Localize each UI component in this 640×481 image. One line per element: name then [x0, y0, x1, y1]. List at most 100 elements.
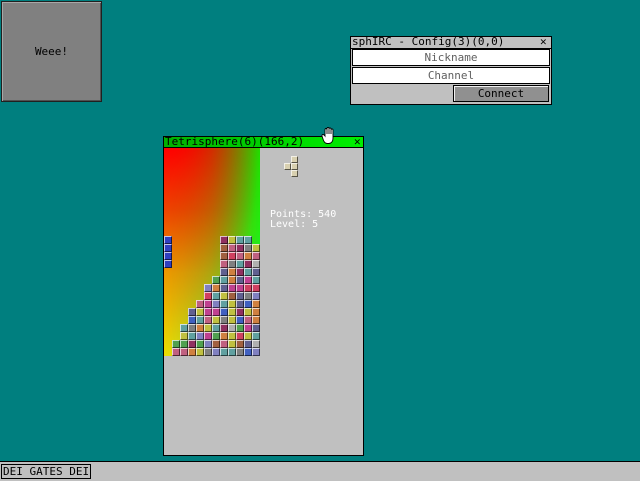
- stack-block: [252, 340, 260, 348]
- stack-block: [252, 308, 260, 316]
- stack-block: [236, 308, 244, 316]
- next-piece-block: [284, 163, 291, 170]
- stack-block: [220, 308, 228, 316]
- stack-block: [228, 244, 236, 252]
- stack-block: [228, 340, 236, 348]
- stack-block: [228, 316, 236, 324]
- stack-block: [228, 276, 236, 284]
- stack-block: [252, 284, 260, 292]
- stack-block: [236, 284, 244, 292]
- stack-block: [172, 340, 180, 348]
- stack-block: [236, 260, 244, 268]
- stack-block: [180, 340, 188, 348]
- stack-block: [244, 300, 252, 308]
- stack-block: [252, 348, 260, 356]
- stack-block: [212, 324, 220, 332]
- taskbar: DEI GATES DEI: [0, 461, 640, 481]
- stack-block: [244, 244, 252, 252]
- stack-block: [244, 332, 252, 340]
- stack-block: [228, 332, 236, 340]
- stack-block: [236, 236, 244, 244]
- stack-block: [236, 332, 244, 340]
- stack-block: [204, 316, 212, 324]
- weee-label: Weee!: [34, 45, 69, 58]
- stack-block: [204, 292, 212, 300]
- stack-block: [196, 340, 204, 348]
- stack-block: [228, 252, 236, 260]
- stack-block: [228, 324, 236, 332]
- taskbar-button-dei-gates-dei[interactable]: DEI GATES DEI: [1, 464, 92, 479]
- stack-block: [196, 300, 204, 308]
- stack-block: [252, 332, 260, 340]
- stack-block: [228, 308, 236, 316]
- next-piece-preview: [284, 156, 304, 184]
- stack-block: [212, 308, 220, 316]
- stack-block: [188, 332, 196, 340]
- stack-block: [196, 308, 204, 316]
- stack-block: [244, 276, 252, 284]
- next-piece-block: [291, 170, 298, 177]
- stack-block: [244, 252, 252, 260]
- stack-block: [236, 292, 244, 300]
- stack-block: [204, 308, 212, 316]
- stack-block: [252, 252, 260, 260]
- irc-window-title: sphIRC - Config(3)(0,0): [352, 35, 505, 48]
- irc-titlebar[interactable]: sphIRC - Config(3)(0,0) ✕: [351, 35, 551, 49]
- nickname-input[interactable]: Nickname: [352, 49, 550, 66]
- stack-block: [252, 324, 260, 332]
- stack-block: [220, 244, 228, 252]
- level-display: Level: 5: [270, 219, 319, 230]
- stack-block: [244, 316, 252, 324]
- stack-block: [180, 348, 188, 356]
- stack-block: [204, 324, 212, 332]
- stack-block: [172, 348, 180, 356]
- stack-block: [204, 332, 212, 340]
- stack-block: [236, 324, 244, 332]
- stack-block: [196, 332, 204, 340]
- stack-block: [220, 340, 228, 348]
- weee-box[interactable]: Weee!: [1, 1, 102, 102]
- stack-block: [204, 348, 212, 356]
- stack-block: [252, 292, 260, 300]
- game-board[interactable]: [164, 148, 260, 356]
- stack-block: [244, 260, 252, 268]
- stack-block: [244, 324, 252, 332]
- stack-block: [180, 332, 188, 340]
- stack-block: [236, 244, 244, 252]
- stack-block: [204, 284, 212, 292]
- stack-block: [244, 348, 252, 356]
- connect-button[interactable]: Connect: [453, 85, 549, 102]
- stack-block: [180, 324, 188, 332]
- stack-block: [236, 252, 244, 260]
- stack-block: [228, 284, 236, 292]
- stack-block: [236, 348, 244, 356]
- stack-block: [220, 324, 228, 332]
- stack-block: [220, 332, 228, 340]
- tetrisphere-window[interactable]: Tetrisphere(6)(166,2) ✕ Points: 540 Leve…: [163, 136, 364, 456]
- stack-block: [252, 300, 260, 308]
- irc-config-window[interactable]: sphIRC - Config(3)(0,0) ✕ Nickname Chann…: [350, 36, 552, 105]
- channel-input[interactable]: Channel: [352, 67, 550, 84]
- stack-block: [196, 316, 204, 324]
- stack-block: [212, 292, 220, 300]
- stack-block: [244, 268, 252, 276]
- irc-close-icon[interactable]: ✕: [540, 36, 547, 48]
- stack-block: [252, 260, 260, 268]
- stack-block: [244, 284, 252, 292]
- stack-block: [252, 276, 260, 284]
- falling-block: [164, 244, 172, 252]
- stack-block: [188, 348, 196, 356]
- stack-block: [220, 316, 228, 324]
- hand-cursor-icon: [321, 127, 334, 144]
- stack-block: [212, 316, 220, 324]
- stack-block: [220, 268, 228, 276]
- stack-block: [220, 236, 228, 244]
- stack-block: [220, 292, 228, 300]
- stack-block: [204, 300, 212, 308]
- stack-block: [252, 268, 260, 276]
- next-piece-block: [291, 156, 298, 163]
- stack-block: [212, 340, 220, 348]
- stack-block: [236, 276, 244, 284]
- stack-block: [212, 284, 220, 292]
- tetris-close-icon[interactable]: ✕: [354, 136, 361, 148]
